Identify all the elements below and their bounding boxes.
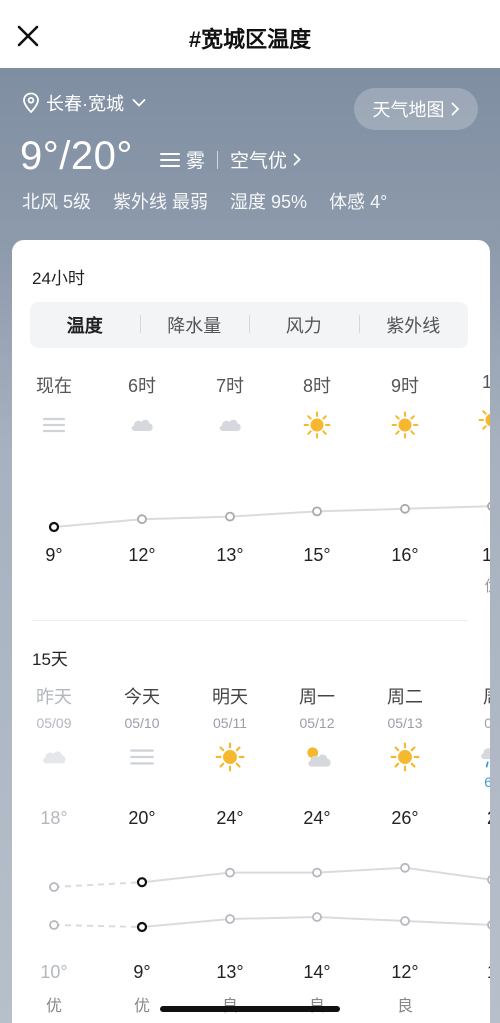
hourly-point — [400, 503, 410, 514]
partly-cloudy-icon — [301, 743, 333, 771]
daily-high-point — [400, 862, 410, 873]
day-date: 05/11 — [213, 715, 247, 731]
weather-details: 北风 5级 紫外线 最弱 湿度 95% 体感 4° — [22, 188, 387, 214]
daily-low-point — [225, 914, 235, 924]
daily-aqi: 良 — [190, 992, 270, 1016]
page-title: #宽城区温度 — [188, 27, 312, 52]
daily-high: 24° — [216, 808, 244, 828]
condition-text: 雾 — [186, 151, 206, 172]
daily-high: 18° — [40, 808, 68, 828]
current-temp-range: 9°/20° — [20, 134, 133, 178]
section-divider — [32, 620, 468, 621]
humidity-info: 湿度 95% — [230, 192, 308, 212]
day-label: 昨天 — [36, 687, 72, 707]
hourly-point — [312, 506, 322, 517]
current-condition-row: 雾 空气优 — [160, 146, 301, 173]
daily-item[interactable]: 周一 05/12 — [277, 683, 357, 771]
daily-low: 14° — [303, 962, 331, 982]
chevron-down-icon — [132, 99, 146, 107]
daily-low: 1 — [452, 962, 490, 983]
daily-aqi: 优 — [45, 998, 62, 1015]
location-selector[interactable]: 长春·宽城 — [22, 90, 146, 116]
daily-item[interactable]: 今天 05/10 — [102, 683, 182, 771]
hourly-point — [487, 501, 490, 511]
home-indicator — [160, 1006, 340, 1012]
daily-low-point — [312, 912, 322, 922]
forecast-card: 24小时 温度 降水量 风力 紫外线 现在 9° 6时 12° 7时 13° 8时 15° 9… — [12, 240, 490, 1023]
daily-low-point — [49, 920, 59, 930]
daily-high-point — [312, 867, 322, 878]
day-date: 05/09 — [36, 715, 72, 731]
daily-low-past-line — [53, 924, 143, 928]
day-label: 周二 — [387, 687, 423, 707]
rain-icon — [476, 743, 490, 771]
daily-title: 15天 — [32, 650, 68, 669]
daily-temp-chart — [49, 862, 490, 933]
fog-icon — [160, 152, 180, 167]
daily-low: 12° — [391, 962, 419, 982]
hourly-temp-chart — [48, 501, 490, 533]
wind-info: 北风 5级 — [22, 192, 92, 212]
day-date: 05/10 — [124, 715, 160, 731]
day-label: 明天 — [212, 687, 248, 707]
daily-high: 20° — [128, 808, 156, 828]
daily-high-point — [49, 882, 59, 892]
chevron-right-icon — [451, 102, 459, 116]
day-label: 今天 — [124, 687, 160, 707]
weather-map-button[interactable]: 天气地图 — [354, 88, 478, 130]
hourly-point — [225, 511, 235, 522]
sun-icon — [389, 742, 421, 772]
uv-info: 紫外线 最弱 — [113, 192, 209, 212]
hourly-point — [48, 521, 60, 533]
daily-high-past-line — [53, 881, 143, 888]
daily-item[interactable]: 明天 05/11 — [190, 683, 270, 772]
daily-aqi: 优 — [133, 998, 150, 1015]
cloud-icon — [38, 743, 70, 771]
day-label: 周 — [452, 683, 490, 709]
fog-icon — [126, 743, 158, 771]
feels-like-info: 体感 4° — [329, 192, 388, 212]
daily-high-point — [487, 875, 490, 885]
day-date: 05/12 — [299, 715, 335, 731]
daily-high: 2 — [452, 808, 490, 829]
weather-map-label: 天气地图 — [372, 100, 445, 120]
air-quality-link[interactable]: 空气优 — [230, 146, 287, 173]
hourly-point — [137, 514, 147, 525]
location-name: 长春·宽城 — [46, 94, 124, 114]
sun-icon — [214, 742, 246, 772]
daily-item[interactable]: 昨天 05/09 — [14, 683, 94, 771]
daily-high-point — [225, 867, 235, 878]
day-date: 05 — [484, 715, 490, 731]
daily-high: 26° — [391, 808, 419, 828]
divider — [217, 150, 219, 169]
daily-low: 9° — [133, 962, 151, 982]
hourly-temp-line — [53, 505, 490, 528]
precip-chance: 60 — [484, 774, 490, 790]
daily-high: 24° — [303, 808, 331, 828]
day-label: 周一 — [299, 687, 335, 707]
day-date: 05/13 — [387, 715, 423, 731]
location-pin-icon — [23, 92, 39, 114]
daily-low: 10° — [40, 962, 68, 982]
daily-low-point — [400, 916, 410, 926]
daily-low: 13° — [216, 962, 244, 982]
daily-low-point — [136, 921, 148, 933]
daily-item[interactable]: 周二 05/13 — [365, 683, 445, 772]
daily-aqi: 良 — [396, 998, 413, 1015]
daily-item[interactable]: 周 05 — [452, 683, 490, 771]
daily-low-point — [487, 920, 490, 930]
daily-high-point — [136, 877, 148, 888]
chevron-right-icon — [293, 153, 301, 166]
daily-aqi: 良 — [277, 992, 357, 1016]
top-bar: #宽城区温度 — [0, 0, 500, 68]
